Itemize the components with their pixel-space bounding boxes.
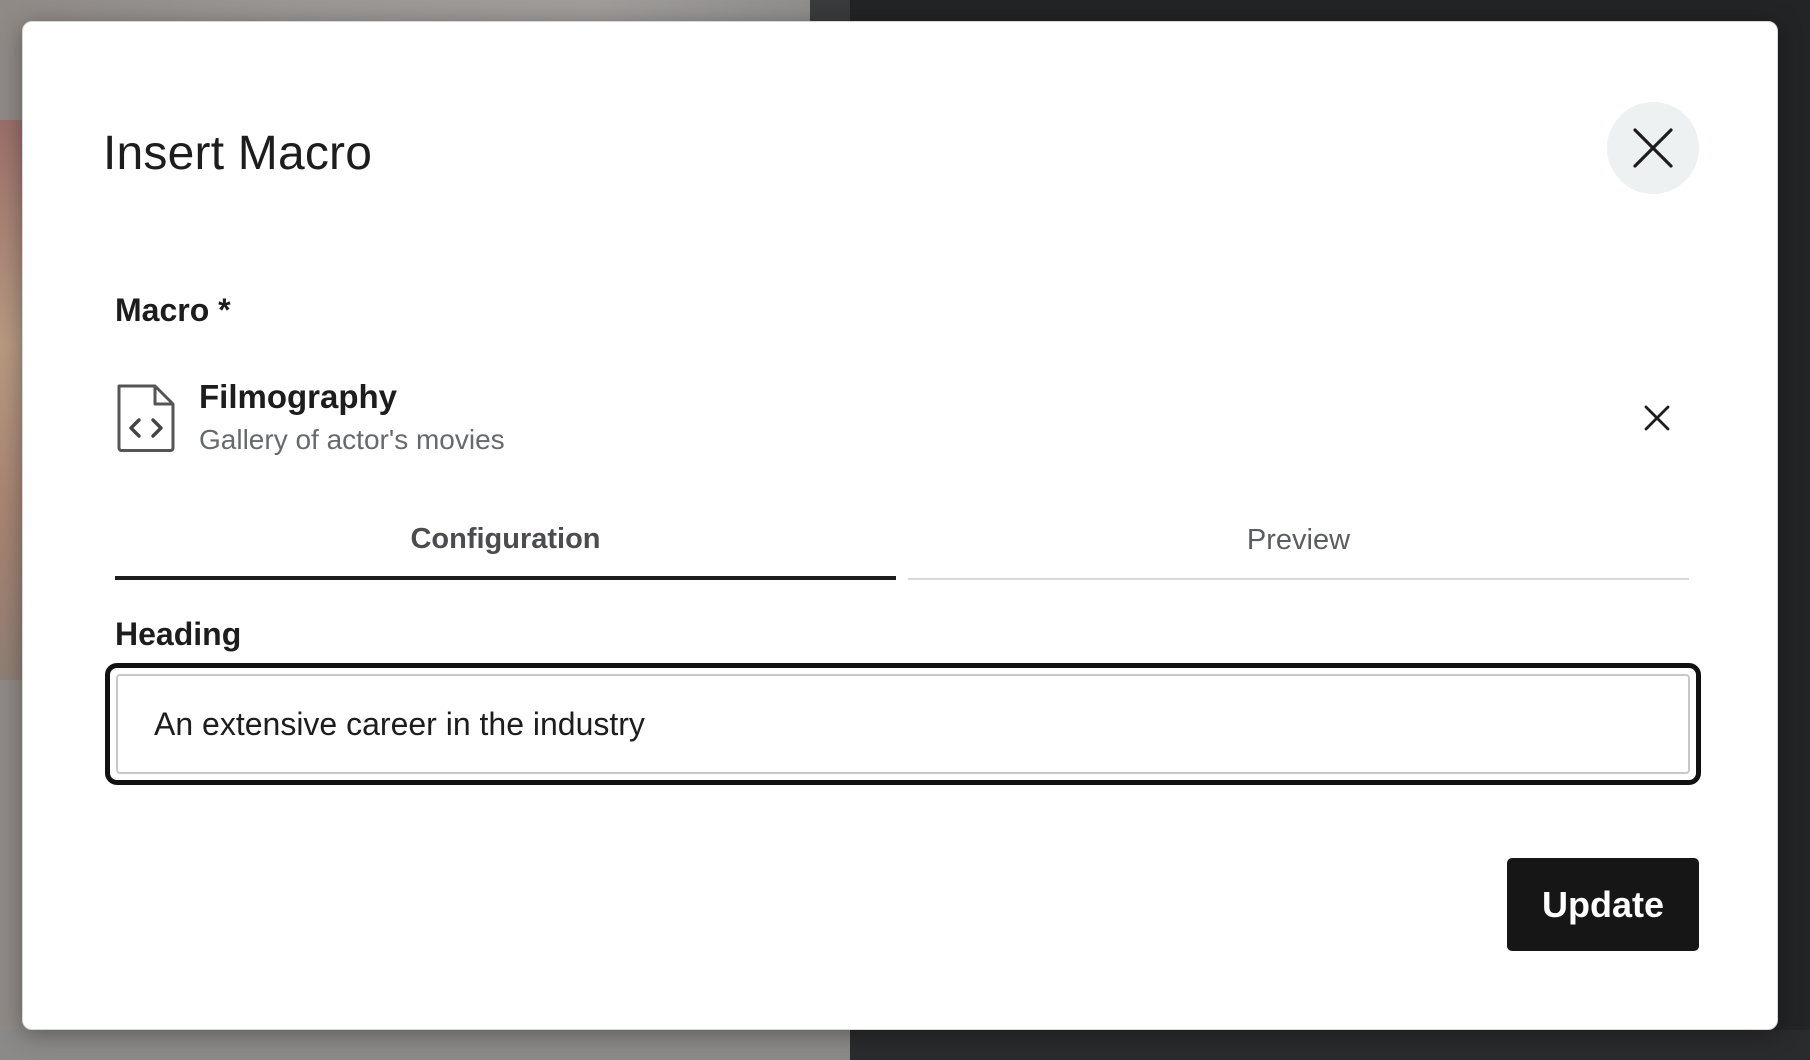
remove-macro-button[interactable] xyxy=(1635,396,1679,440)
dialog-close-button[interactable] xyxy=(1607,102,1699,194)
heading-field-label: Heading xyxy=(115,616,242,652)
selected-macro: Filmography Gallery of actor's movies xyxy=(115,358,1705,458)
macro-name: Filmography xyxy=(199,378,398,415)
tab-configuration[interactable]: Configuration xyxy=(115,502,896,580)
code-file-icon xyxy=(117,384,175,452)
tab-preview[interactable]: Preview xyxy=(908,502,1689,580)
insert-macro-dialog: Insert Macro Macro * Filmography Gallery… xyxy=(22,21,1778,1030)
macro-tabs: Configuration Preview xyxy=(115,502,1689,580)
heading-input-focus-ring xyxy=(105,663,1701,785)
close-icon xyxy=(1644,405,1670,431)
macro-description: Gallery of actor's movies xyxy=(199,424,505,455)
update-button[interactable]: Update xyxy=(1507,858,1699,951)
background-footer-left xyxy=(0,1030,850,1060)
dialog-title: Insert Macro xyxy=(103,127,373,180)
heading-input[interactable] xyxy=(116,674,1690,774)
close-icon xyxy=(1633,128,1673,168)
macro-field-label: Macro * xyxy=(115,292,231,328)
background-image-edge xyxy=(0,120,24,680)
